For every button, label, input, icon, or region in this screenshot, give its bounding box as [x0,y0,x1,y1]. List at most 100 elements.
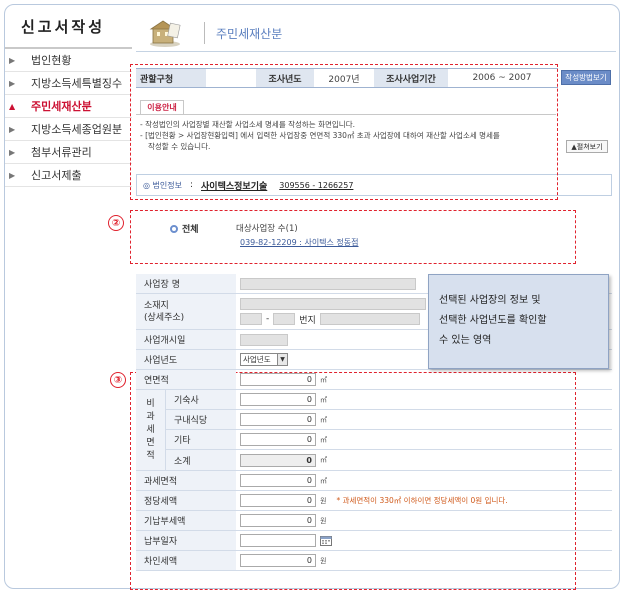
unit-label: ㎡ [320,415,327,424]
unit-label: 원 [320,516,327,525]
biz-link[interactable]: 039-82-12209 : 사이텍스 정동점 [240,237,359,248]
sidebar-item-employee-tax[interactable]: ▶ 지방소득세종업원분 [5,118,132,141]
form-row-diff-tax: 차인세액 0원 [136,551,612,571]
tax-amount-label: 정당세액 [136,491,236,510]
address-field [240,297,426,310]
tax-building-icon [149,20,181,47]
form-row-paid-tax: 기납부세액 0원 [136,511,612,531]
diff-tax-input[interactable]: 0 [240,554,316,567]
unit-label: ㎡ [320,456,327,464]
nontax-area-label: 비 과 세 면 적 [136,390,166,470]
unit-label: ㎡ [320,395,327,404]
dorm-input[interactable]: 0 [240,393,316,406]
unit-label: 원 [320,556,327,565]
nontax-char: 세 [146,424,155,435]
sidebar-item-label: 지방소득세특별징수 [31,77,123,90]
pay-date-input[interactable] [240,534,316,547]
annotation-number-3: ③ [110,372,126,388]
all-biz-option[interactable]: 전체 [170,222,199,235]
tax-note: * 과세면적이 330㎡ 이하이면 정당세액이 0원 입니다. [336,496,508,505]
sidebar: 신고서작성 ▶ 법인현황 ▶ 지방소득세특별징수 ▲ 주민세재산분 ▶ 지방소득세종업원… [5,5,132,585]
other-input[interactable]: 0 [240,433,316,446]
address-detail [319,313,420,325]
form-row-cafeteria: 구내식당 0 ㎡ [166,410,612,430]
address-label-line1: 소재지 [144,300,169,311]
sidebar-item-withholding[interactable]: ▶ 지방소득세특별징수 [5,72,132,95]
nontax-area-group: 비 과 세 면 적 기숙사 0 ㎡ 구내식당 0 ㎡ 기타 0 ㎡ 소계 0 ㎡ [136,390,612,471]
start-date-label: 사업개시일 [136,330,236,349]
page-title: 주민세재산분 [216,27,283,41]
subtotal-label: 소계 [166,450,236,470]
header-divider [204,22,205,44]
diff-tax-label: 차인세액 [136,551,236,570]
chevron-down-icon: ▼ [277,354,287,365]
biz-name-label: 사업장 명 [136,274,236,293]
tax-amount-input[interactable]: 0 [240,494,316,507]
unit-label: 원 [320,496,327,505]
sidebar-item-property-tax[interactable]: ▲ 주민세재산분 [5,95,132,118]
all-biz-label: 전체 [182,225,199,235]
sidebar-item-label: 신고서제출 [31,169,82,182]
sidebar-item-label: 법인현황 [31,54,72,67]
form-row-taxable-area: 과세면적 0 ㎡ [136,471,612,491]
dorm-label: 기숙사 [166,390,236,409]
form-row-subtotal: 소계 0 ㎡ [166,450,612,470]
cafeteria-input[interactable]: 0 [240,413,316,426]
tooltip-line-1: 선택된 사업장의 정보 및 [439,295,541,306]
taxable-area-label: 과세면적 [136,471,236,490]
arrow-right-icon: ▶ [9,55,16,65]
arrow-right-icon: ▶ [9,78,16,88]
arrow-right-icon: ▶ [9,124,16,134]
form-row-other: 기타 0 ㎡ [166,430,612,450]
sidebar-item-corp-status[interactable]: ▶ 법인현황 [5,49,132,72]
arrow-right-icon: ▶ [9,170,16,180]
nontax-char: 적 [146,450,155,461]
page-header: 주민세재산분 [136,14,616,52]
paid-tax-label: 기납부세액 [136,511,236,530]
unit-label: ㎡ [320,476,327,485]
cafeteria-label: 구내식당 [166,410,236,429]
annotation-tooltip: 선택된 사업장의 정보 및 선택한 사업년도를 확인할 수 있는 영역 [428,274,609,369]
calendar-icon[interactable] [320,535,332,546]
form-row-pay-date: 납부일자 [136,531,612,551]
address-label-line2: (상세주소) [144,312,185,323]
nontax-char: 면 [146,437,155,448]
other-label: 기타 [166,430,236,449]
address-bunji: 번지 [299,315,316,326]
radio-icon [170,224,178,233]
biz-year-select[interactable]: 사업년도 ▼ [240,353,288,366]
sidebar-item-label: 첨부서류관리 [31,146,92,159]
annotation-box-1 [130,64,558,200]
form-row-tax-amount: 정당세액 0 원 * 과세면적이 330㎡ 이하이면 정당세액이 0원 입니다. [136,491,612,511]
sidebar-title: 신고서작성 [5,5,132,49]
address-dash: - [266,314,270,324]
sidebar-item-submit[interactable]: ▶ 신고서제출 [5,164,132,187]
sidebar-item-attachments[interactable]: ▶ 첨부서류관리 [5,141,132,164]
biz-year-select-value: 사업년도 [243,355,271,364]
expand-button[interactable]: ▲펼쳐보기 [566,140,608,153]
subtotal-value: 0 [240,453,316,467]
guide-view-button[interactable]: 작성방법보기 [561,70,611,85]
arrow-up-icon: ▲ [9,101,16,111]
sidebar-item-label: 주민세재산분 [31,100,92,113]
address-lot-sub [273,313,296,325]
pay-date-label: 납부일자 [136,531,236,550]
target-biz-count: 대상사업장 수(1) [236,224,298,234]
annotation-number-2: ② [108,215,124,231]
paid-tax-input[interactable]: 0 [240,514,316,527]
address-label: 소재지 (상세주소) [136,294,236,329]
biz-name-field [240,277,416,290]
unit-label: ㎡ [320,375,327,384]
floor-area-input[interactable]: 0 [240,373,316,386]
address-lot-main [240,313,262,325]
biz-year-label: 사업년도 [136,350,236,369]
arrow-right-icon: ▶ [9,147,16,157]
taxable-area-input[interactable]: 0 [240,474,316,487]
start-date-field [240,333,288,346]
tooltip-line-2: 선택한 사업년도를 확인할 [439,315,547,326]
form-row-floor-area: 연면적 0 ㎡ [136,370,612,390]
floor-area-label: 연면적 [136,370,236,389]
unit-label: ㎡ [320,435,327,444]
sidebar-item-label: 지방소득세종업원분 [31,123,123,136]
tooltip-line-3: 수 있는 영역 [439,335,492,346]
